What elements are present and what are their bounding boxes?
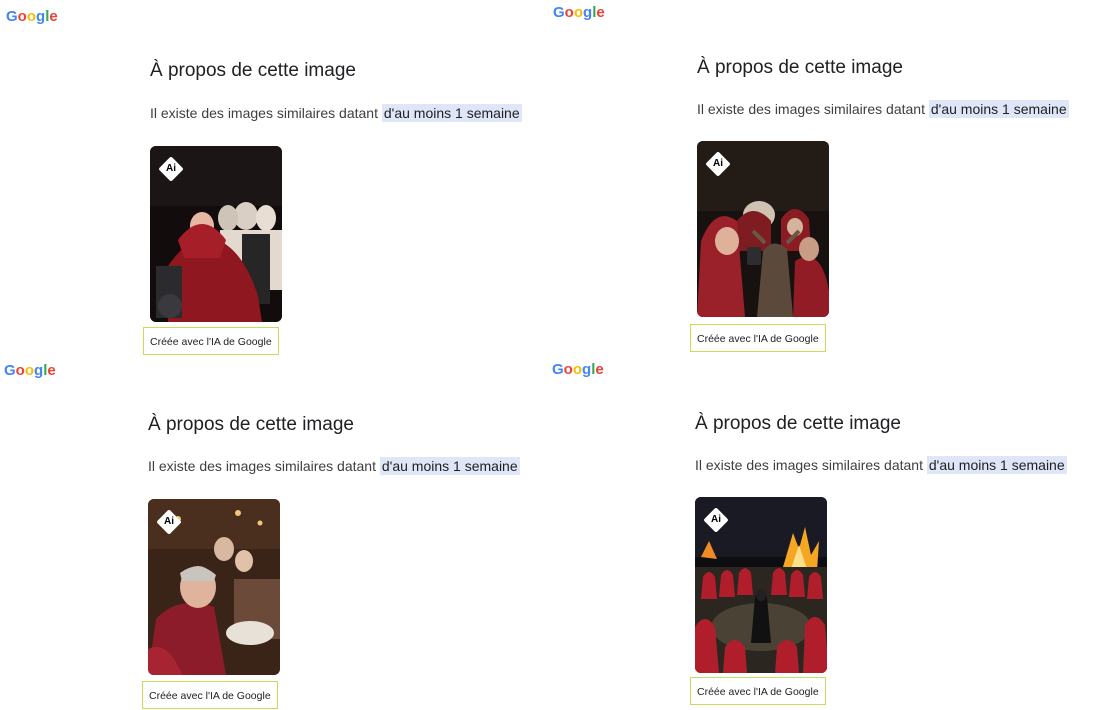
- google-logo[interactable]: Google: [4, 362, 56, 379]
- page-title: À propos de cette image: [697, 57, 903, 78]
- image-thumbnail[interactable]: Ai: [148, 499, 280, 675]
- date-highlight: d'au moins 1 semaine: [381, 104, 522, 122]
- date-highlight: d'au moins 1 semaine: [928, 100, 1069, 118]
- page-title: À propos de cette image: [148, 414, 354, 435]
- panel-top-right: Google À propos de cette image Il existe…: [550, 0, 1100, 355]
- similar-images-text: Il existe des images similaires datant d…: [150, 104, 522, 122]
- ai-caption-box: Créée avec l'IA de Google: [143, 327, 279, 355]
- panel-top-left: Google À propos de cette image Il existe…: [0, 0, 550, 355]
- google-logo[interactable]: Google: [553, 4, 605, 21]
- google-logo[interactable]: Google: [552, 361, 604, 378]
- panel-bottom-right: Google À propos de cette image Il existe…: [550, 355, 1100, 710]
- page-title: À propos de cette image: [695, 413, 901, 434]
- ai-badge: Ai: [703, 507, 729, 533]
- ai-badge: Ai: [705, 151, 731, 177]
- similar-images-text: Il existe des images similaires datant d…: [148, 457, 520, 475]
- similar-images-text: Il existe des images similaires datant d…: [695, 456, 1067, 474]
- date-highlight: d'au moins 1 semaine: [926, 456, 1067, 474]
- image-thumbnail[interactable]: Ai: [695, 497, 827, 673]
- date-highlight: d'au moins 1 semaine: [379, 457, 520, 475]
- ai-badge: Ai: [158, 156, 184, 182]
- ai-caption-box: Créée avec l'IA de Google: [142, 681, 278, 709]
- ai-badge: Ai: [156, 509, 182, 535]
- ai-caption-box: Créée avec l'IA de Google: [690, 677, 826, 705]
- similar-images-text: Il existe des images similaires datant d…: [697, 100, 1069, 118]
- google-logo[interactable]: Google: [6, 8, 58, 25]
- panel-bottom-left: Google À propos de cette image Il existe…: [0, 355, 550, 710]
- image-thumbnail[interactable]: Ai: [697, 141, 829, 317]
- page-title: À propos de cette image: [150, 60, 356, 81]
- ai-caption-box: Créée avec l'IA de Google: [690, 324, 826, 352]
- image-thumbnail[interactable]: Ai: [150, 146, 282, 322]
